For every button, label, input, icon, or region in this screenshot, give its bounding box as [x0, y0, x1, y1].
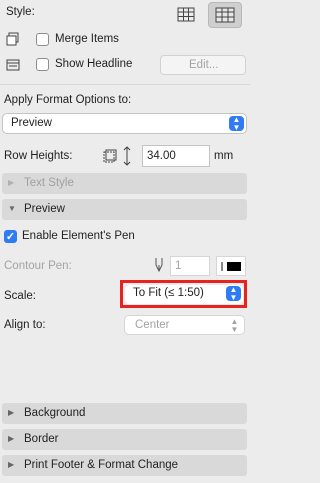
merge-items-label: Merge Items: [55, 33, 119, 45]
print-footer-title: Print Footer & Format Change: [24, 459, 179, 471]
show-headline-label: Show Headline: [55, 58, 133, 70]
apply-format-label: Apply Format Options to:: [4, 94, 132, 106]
text-style-title: Text Style: [24, 177, 74, 189]
enable-pen-label: Enable Element's Pen: [22, 230, 135, 242]
enable-pen-checkbox[interactable]: ✓: [4, 230, 17, 243]
edit-button-label: Edit...: [189, 59, 219, 71]
row-height-icon: [103, 146, 131, 166]
disclosure-right-icon: ▶: [8, 408, 15, 417]
preview-title: Preview: [24, 203, 65, 215]
print-footer-section-header[interactable]: ▶ Print Footer & Format Change: [2, 455, 247, 476]
align-to-label: Align to:: [4, 319, 46, 331]
select-arrows-icon: ▲ ▼: [227, 318, 242, 333]
scale-value: To Fit (≤ 1:50): [133, 287, 204, 299]
select-arrows-icon: ▲ ▼: [229, 116, 244, 131]
swatch-color: [227, 262, 241, 271]
edit-button[interactable]: Edit...: [160, 55, 246, 75]
table-format-panel: { "style_label": "Style:", "merge_items"…: [0, 0, 250, 483]
grid-style-button[interactable]: [172, 3, 200, 27]
divider: [0, 84, 250, 85]
grid-style-selected-button[interactable]: [208, 2, 242, 28]
scale-label: Scale:: [4, 290, 36, 302]
show-headline-checkbox[interactable]: [36, 58, 49, 71]
pen-nib-icon: [155, 258, 163, 273]
pen-color-swatch[interactable]: [216, 256, 246, 276]
contour-pen-input[interactable]: 1: [170, 256, 210, 276]
text-style-section-header[interactable]: ▶ Text Style: [2, 173, 247, 194]
row-heights-label: Row Heights:: [4, 150, 73, 162]
border-title: Border: [24, 433, 59, 445]
preview-section-header[interactable]: ▼ Preview: [2, 199, 247, 220]
disclosure-right-icon: ▶: [8, 434, 15, 443]
select-arrows-icon: ▲ ▼: [226, 286, 241, 301]
disclosure-right-icon: ▶: [8, 460, 15, 469]
merge-items-icon: [6, 32, 19, 46]
contour-pen-value: 1: [175, 260, 182, 272]
border-section-header[interactable]: ▶ Border: [2, 429, 247, 450]
row-heights-unit: mm: [214, 150, 234, 162]
scale-select[interactable]: To Fit (≤ 1:50) ▲ ▼: [125, 285, 243, 304]
disclosure-down-icon: ▼: [8, 204, 16, 213]
apply-format-select[interactable]: Preview ▲ ▼: [2, 113, 247, 134]
row-heights-value: 34.00: [147, 150, 176, 162]
align-to-value: Center: [135, 319, 170, 331]
headline-icon: [6, 59, 20, 71]
grid-filled-icon: [215, 7, 235, 23]
background-title: Background: [24, 407, 86, 419]
style-label: Style:: [6, 6, 35, 18]
row-heights-input[interactable]: 34.00: [142, 145, 210, 167]
contour-pen-label: Contour Pen:: [4, 260, 72, 272]
disclosure-right-icon: ▶: [8, 178, 15, 187]
merge-items-checkbox[interactable]: [36, 33, 49, 46]
grid-icon: [177, 7, 195, 22]
background-section-header[interactable]: ▶ Background: [2, 403, 247, 424]
align-to-select[interactable]: Center ▲ ▼: [124, 315, 245, 335]
swatch-divider: [221, 262, 223, 271]
apply-format-value: Preview: [11, 117, 52, 129]
